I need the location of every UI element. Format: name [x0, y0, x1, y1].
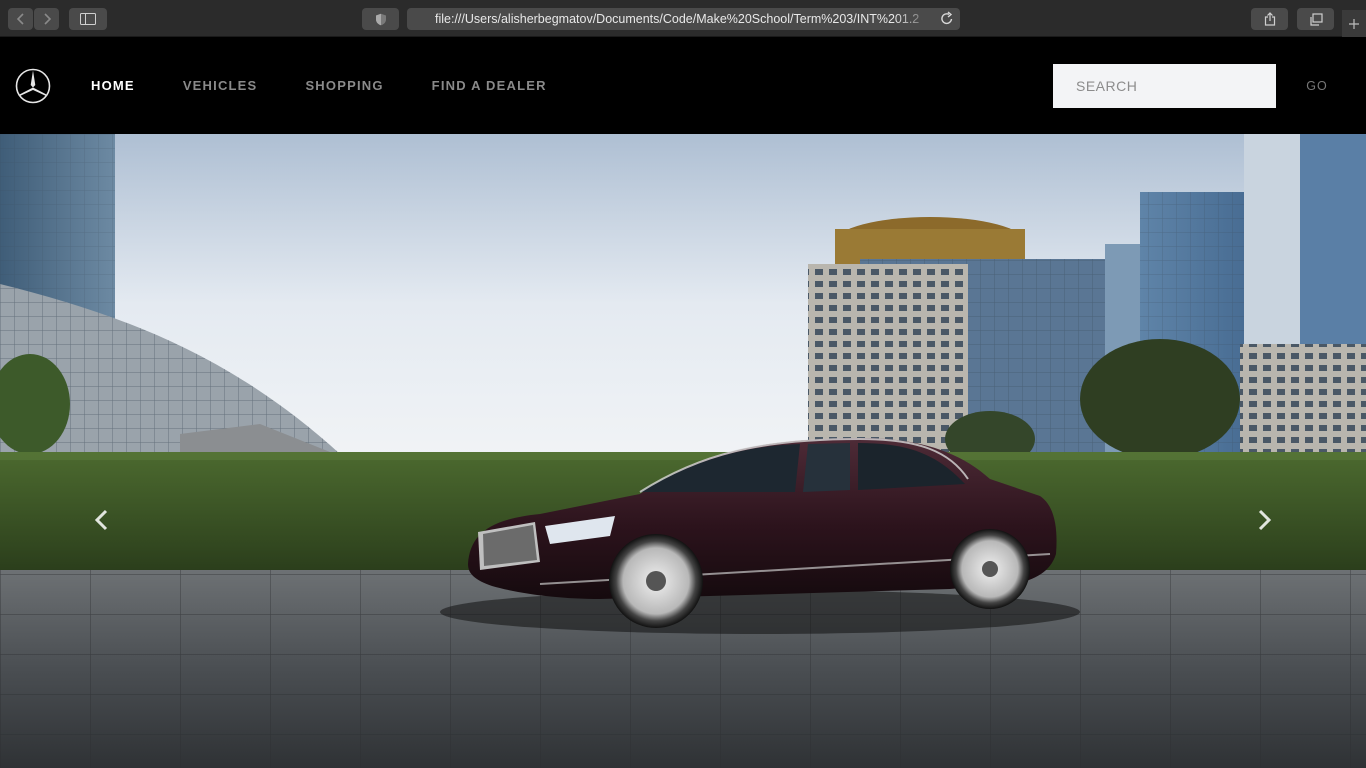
address-bar[interactable]: file:///Users/alisherbegmatov/Documents/… — [407, 8, 960, 30]
browser-back-button[interactable] — [8, 8, 33, 30]
mercedes-star-logo-icon — [15, 68, 51, 104]
tabs-icon — [1309, 12, 1323, 26]
browser-privacy-button[interactable] — [362, 8, 399, 30]
hero-carousel — [0, 134, 1366, 768]
browser-sidebar-button[interactable] — [69, 8, 107, 30]
hero-image — [0, 134, 1366, 768]
share-icon — [1264, 12, 1275, 26]
go-button[interactable]: GO — [1296, 64, 1338, 108]
plus-icon — [1349, 18, 1359, 29]
main-nav: HOME VEHICLES SHOPPING FIND A DEALER — [91, 37, 595, 134]
new-tab-button[interactable] — [1342, 10, 1366, 37]
chevron-left-icon — [16, 13, 24, 25]
chevron-left-icon — [94, 509, 108, 531]
brand-logo[interactable] — [15, 68, 51, 104]
address-bar-url: file:///Users/alisherbegmatov/Documents/… — [435, 12, 920, 26]
search-input[interactable] — [1053, 64, 1276, 108]
carousel-next-button[interactable] — [1252, 506, 1276, 534]
nav-find-a-dealer[interactable]: FIND A DEALER — [432, 78, 547, 93]
browser-toolbar: file:///Users/alisherbegmatov/Documents/… — [0, 0, 1366, 37]
carousel-prev-button[interactable] — [90, 506, 114, 534]
reload-icon[interactable] — [940, 11, 954, 26]
site-header: HOME VEHICLES SHOPPING FIND A DEALER GO — [0, 37, 1366, 134]
shield-icon — [375, 13, 386, 25]
browser-tabs-button[interactable] — [1297, 8, 1334, 30]
nav-home[interactable]: HOME — [91, 78, 135, 93]
nav-shopping[interactable]: SHOPPING — [305, 78, 383, 93]
browser-forward-button[interactable] — [34, 8, 59, 30]
chevron-right-icon — [1258, 509, 1272, 531]
nav-vehicles[interactable]: VEHICLES — [183, 78, 258, 93]
browser-share-button[interactable] — [1251, 8, 1288, 30]
chevron-right-icon — [43, 13, 51, 25]
sidebar-icon — [80, 13, 96, 25]
